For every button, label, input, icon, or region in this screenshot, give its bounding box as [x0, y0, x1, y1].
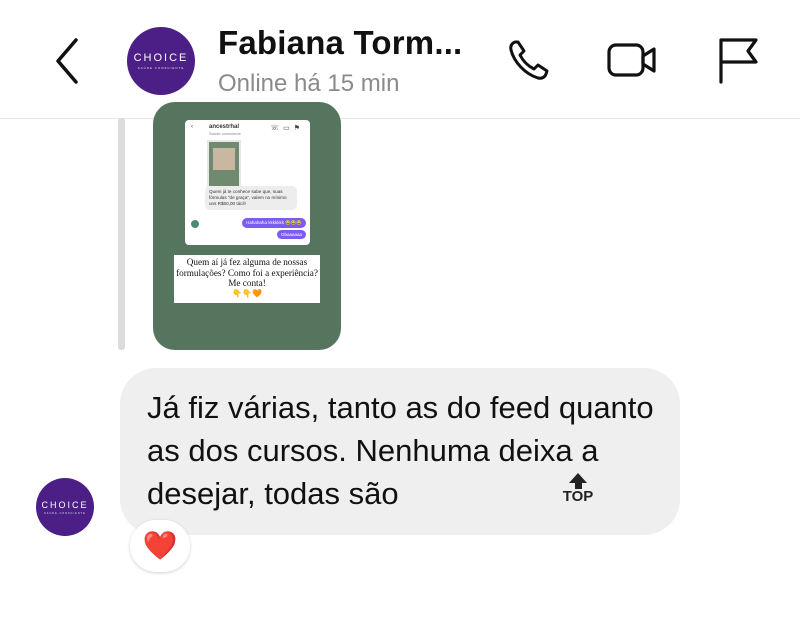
avatar-logo-subtext: SAÚDE CONSCIENTE	[137, 66, 185, 70]
contact-status: Online há 15 min	[218, 70, 400, 97]
heart-icon: ❤️	[142, 530, 178, 561]
video-camera-icon[interactable]	[606, 34, 658, 86]
avatar-logo-text: CHOICE	[41, 499, 89, 510]
mini-back-icon: ‹	[191, 124, 193, 130]
story-caption-text: Quem aí já fez alguma de nossas formulaç…	[176, 257, 318, 289]
top-arrow-emoji: TOP	[560, 473, 596, 513]
contact-avatar[interactable]: CHOICE SAÚDE CONSCIENTE	[127, 27, 195, 95]
story-reply-preview[interactable]: ‹ ancestrhal Saúde consciente ☏▭⚑ Quem j…	[153, 102, 341, 350]
story-caption: Quem aí já fez alguma de nossas formulaç…	[174, 255, 320, 303]
mini-sent-message: Obaaaaaa	[276, 230, 306, 239]
avatar-logo-subtext: SAÚDE CONSCIENTE	[44, 511, 86, 515]
avatar-logo-text: CHOICE	[133, 52, 189, 64]
reply-indicator-bar	[118, 118, 125, 350]
mini-contact-name: ancestrhal	[209, 124, 240, 130]
phone-icon[interactable]	[503, 34, 555, 86]
top-badge-label: TOP	[562, 488, 594, 505]
story-caption-emoji: 👇👇🧡	[232, 288, 262, 298]
mini-header-icons: ☏▭⚑	[270, 125, 304, 132]
flag-icon[interactable]	[712, 34, 764, 86]
message-bubble[interactable]: Já fiz várias, tanto as do feed quanto a…	[120, 368, 680, 535]
story-screenshot: ‹ ancestrhal Saúde consciente ☏▭⚑ Quem j…	[185, 120, 310, 245]
mini-avatar	[191, 220, 199, 228]
chevron-left-icon[interactable]	[48, 34, 88, 88]
up-arrow-icon	[569, 473, 587, 483]
sender-avatar[interactable]: CHOICE SAÚDE CONSCIENTE	[36, 478, 94, 536]
mini-contact-subtitle: Saúde consciente	[209, 131, 241, 136]
chat-header: CHOICE SAÚDE CONSCIENTE Fabiana Torm... …	[0, 0, 800, 119]
contact-name[interactable]: Fabiana Torm...	[218, 24, 462, 62]
mini-header: ‹ ancestrhal Saúde consciente	[191, 124, 241, 136]
mini-received-message: Quem já te conhece sabe que, suas fórmul…	[205, 186, 297, 210]
mini-sent-message: Hahahaha kkkkkkk 😂😂😂	[242, 218, 306, 228]
heart-reaction[interactable]: ❤️	[130, 520, 190, 572]
mini-shared-post	[207, 140, 241, 188]
